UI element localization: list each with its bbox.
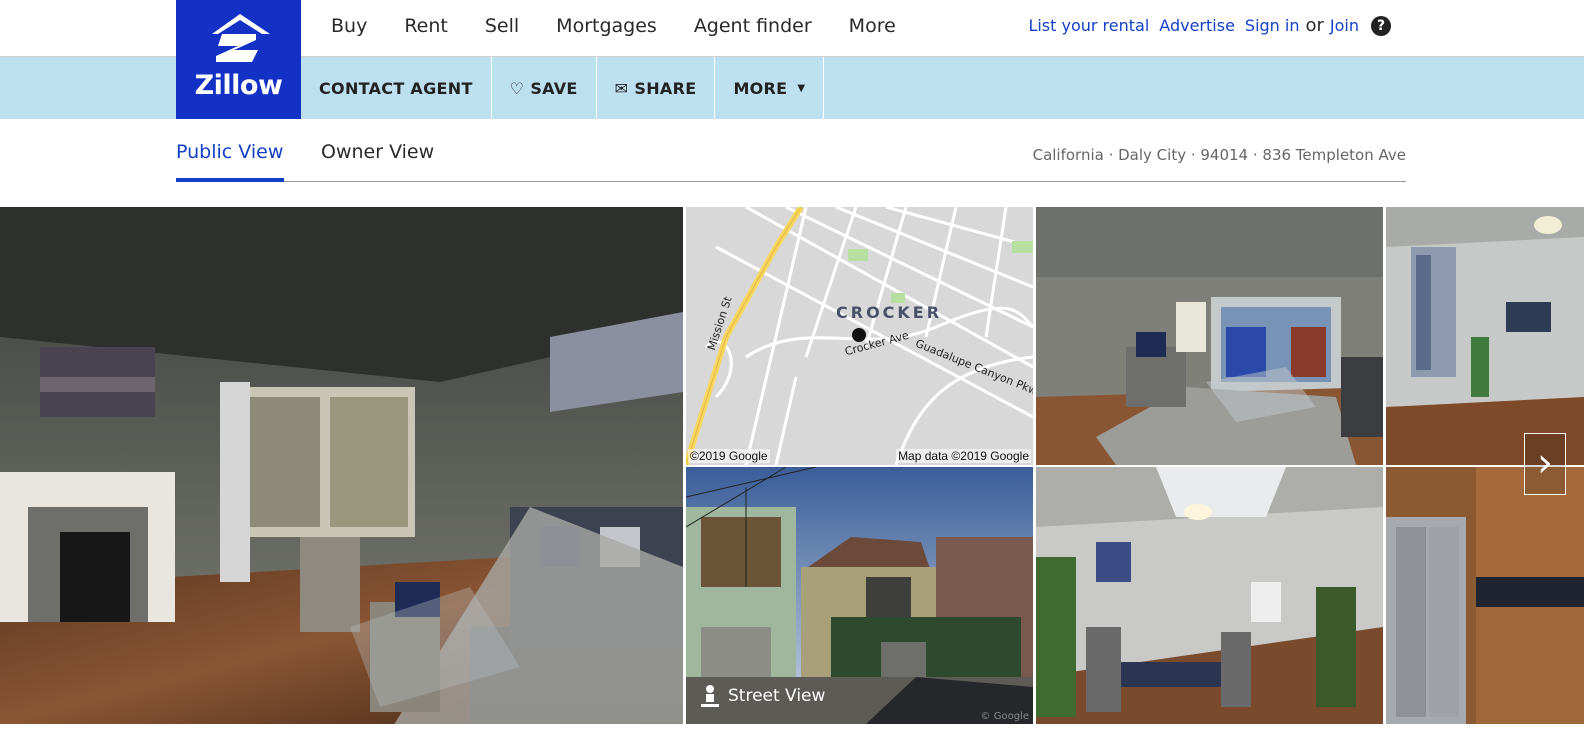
more-actions-button[interactable]: MORE ▼ [715,57,825,119]
zillow-logo[interactable]: Zillow [176,0,301,119]
save-button[interactable]: ♡ SAVE [492,57,597,119]
share-button[interactable]: ✉ SHARE [597,57,716,119]
help-icon[interactable]: ? [1371,15,1391,36]
next-photo-button[interactable]: › [1524,433,1566,495]
photo-hallway[interactable] [1386,207,1584,465]
street-view-label[interactable]: Street View [700,684,825,708]
zillow-wordmark: Zillow [194,70,283,101]
street-view-tile[interactable]: Street View © Google [686,467,1033,724]
map-neighborhood-label: CROCKER [836,303,943,322]
join-link[interactable]: Join [1330,16,1359,35]
main-nav: Buy Rent Sell Mortgages Agent finder Mor… [331,15,933,37]
street-view-credit: © Google [980,711,1029,722]
nav-buy[interactable]: Buy [331,15,367,37]
photo-kitchen[interactable] [1386,467,1584,724]
nav-more[interactable]: More [849,15,896,37]
zillow-z-icon [212,14,270,62]
photo-dining-room[interactable] [1036,467,1383,724]
photo-living-room-2[interactable] [1036,207,1383,465]
street-view-text: Street View [728,686,826,706]
view-tabs: Public View Owner View California · Daly… [176,119,1406,182]
save-label: SAVE [530,78,578,98]
more-label: MORE [733,78,788,98]
envelope-icon: ✉ [614,78,629,98]
or-text: or [1305,15,1324,36]
caret-down-icon: ▼ [797,82,806,94]
contact-agent-label: CONTACT AGENT [319,78,473,98]
contact-agent-button[interactable]: CONTACT AGENT [301,57,492,119]
map-copyright-left: ©2019 Google [688,449,770,463]
address-breadcrumb[interactable]: California · Daly City · 94014 · 836 Tem… [1033,146,1406,164]
chevron-right-icon: › [1537,440,1553,486]
heart-icon: ♡ [509,78,525,98]
tab-public-view[interactable]: Public View [176,141,283,163]
nav-agent-finder[interactable]: Agent finder [694,15,812,37]
main-photo-living-room[interactable] [0,207,683,724]
advertise-link[interactable]: Advertise [1159,16,1235,35]
tab-owner-view[interactable]: Owner View [321,141,434,163]
nav-sell[interactable]: Sell [485,15,519,37]
nav-rent[interactable]: Rent [404,15,448,37]
sign-in-link[interactable]: Sign in [1245,16,1300,35]
nav-mortgages[interactable]: Mortgages [556,15,657,37]
active-tab-indicator [176,178,284,182]
list-rental-link[interactable]: List your rental [1028,16,1149,35]
map-copyright-right: Map data ©2019 Google [896,449,1031,463]
utility-nav: List your rental Advertise Sign in or Jo… [1018,15,1391,36]
share-label: SHARE [634,78,697,98]
pegman-icon [700,684,720,708]
location-map[interactable]: CROCKER Crocker Ave Guadalupe Canyon Pkw… [686,207,1033,465]
photo-gallery: CROCKER Crocker Ave Guadalupe Canyon Pkw… [0,207,1584,724]
